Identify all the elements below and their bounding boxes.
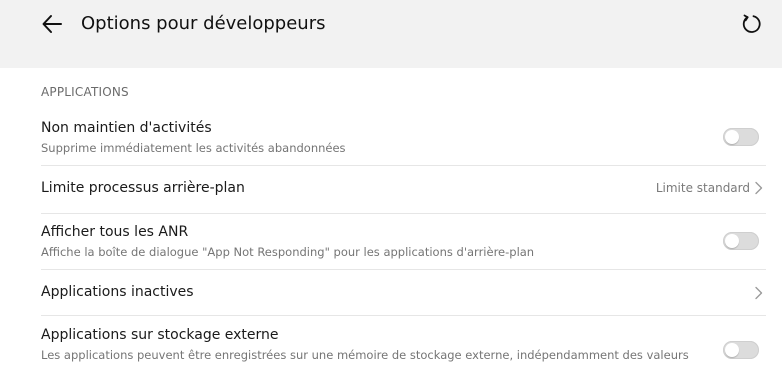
row-title: Non maintien d'activités — [41, 120, 212, 136]
row-subtitle: Supprime immédiatement les activités aba… — [41, 141, 346, 155]
toggle-knob — [725, 234, 739, 248]
toggle-switch[interactable] — [723, 128, 759, 146]
row-subtitle: Affiche la boîte de dialogue "App Not Re… — [41, 245, 535, 259]
row-limite-processus[interactable]: Limite processus arrière-plan Limite sta… — [0, 166, 782, 212]
reset-button[interactable] — [736, 8, 768, 40]
row-title: Afficher tous les ANR — [41, 224, 189, 240]
back-button[interactable] — [36, 8, 68, 40]
row-title: Applications sur stockage externe — [41, 327, 279, 343]
row-applications-stockage-externe[interactable]: Applications sur stockage externe Les ap… — [0, 316, 782, 368]
row-value: Limite standard — [655, 181, 750, 195]
refresh-icon — [742, 14, 761, 33]
chevron-right-icon — [755, 286, 763, 300]
toggle-switch[interactable] — [723, 232, 759, 250]
arrow-back-icon — [42, 15, 62, 33]
row-subtitle: Les applications peuvent être enregistré… — [41, 348, 689, 362]
section-header-applications: APPLICATIONS — [41, 85, 129, 99]
row-non-maintien-activites[interactable]: Non maintien d'activités Supprime immédi… — [0, 114, 782, 164]
page-title: Options pour développeurs — [81, 13, 326, 34]
settings-card: APPLICATIONS Non maintien d'activités Su… — [0, 68, 782, 368]
row-title: Limite processus arrière-plan — [41, 180, 245, 196]
row-title: Applications inactives — [41, 284, 194, 300]
chevron-right-icon — [755, 181, 763, 195]
toggle-knob — [725, 130, 739, 144]
app-bar: Options pour développeurs — [0, 0, 782, 48]
toggle-switch[interactable] — [723, 341, 759, 359]
row-afficher-anr[interactable]: Afficher tous les ANR Affiche la boîte d… — [0, 214, 782, 268]
toggle-knob — [725, 343, 739, 357]
row-applications-inactives[interactable]: Applications inactives — [0, 270, 782, 314]
